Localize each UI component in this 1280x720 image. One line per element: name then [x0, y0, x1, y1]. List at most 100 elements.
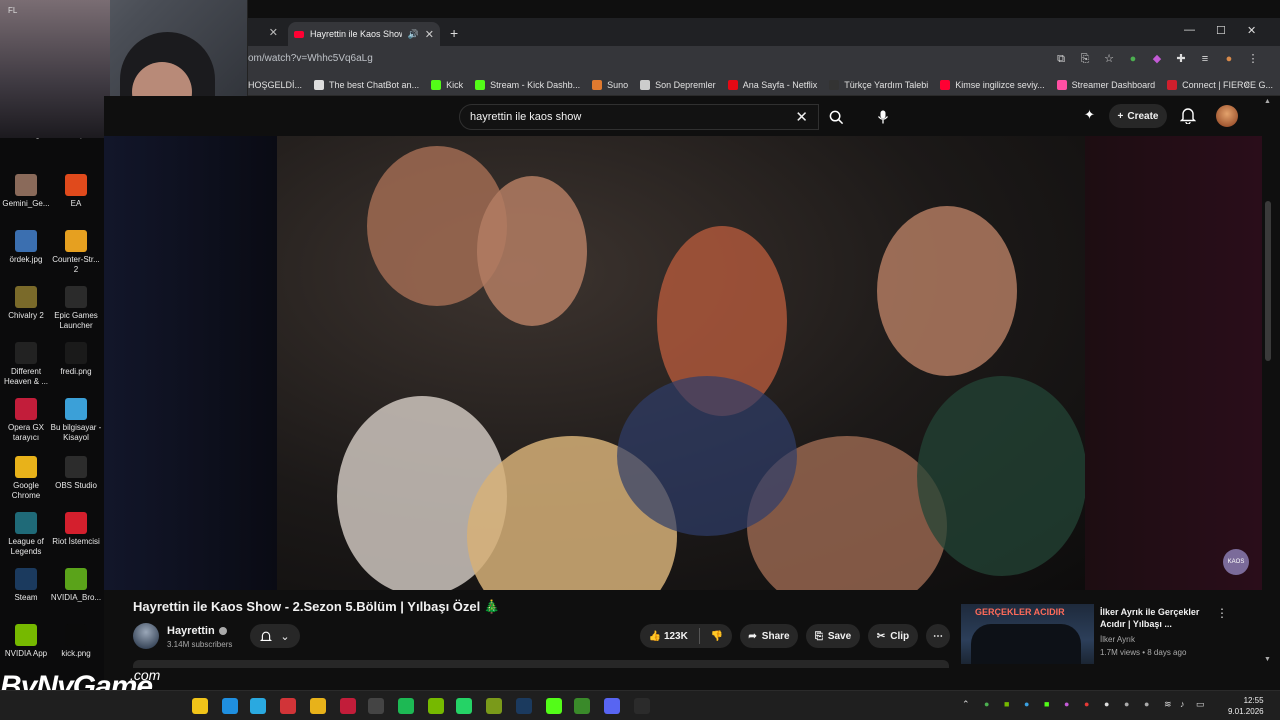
taskbar-app-icon[interactable]	[574, 698, 590, 714]
description-box[interactable]	[133, 660, 949, 668]
minimize-button[interactable]: —	[1184, 24, 1195, 36]
channel-watermark[interactable]: KAOS	[1223, 549, 1249, 575]
tray-app-icon[interactable]: ■	[1044, 699, 1049, 709]
recommendation-menu-icon[interactable]: ⋮	[1216, 606, 1228, 620]
clip-button[interactable]: ✂ Clip	[868, 624, 918, 648]
maximize-button[interactable]: ☐	[1216, 24, 1226, 37]
url-field[interactable]: om/watch?v=Whhc5Vq6aLg	[248, 53, 373, 64]
channel-avatar[interactable]	[133, 623, 159, 649]
bookmark-star-icon[interactable]: ☆	[1102, 52, 1116, 66]
desktop-icon[interactable]: Riot İstemcisi	[50, 512, 102, 547]
taskbar-app-icon[interactable]	[222, 698, 238, 714]
extension-icon[interactable]: ◆	[1150, 52, 1164, 66]
speaker-icon[interactable]: ♪	[1180, 699, 1185, 709]
window-close-button[interactable]: ✕	[1247, 24, 1256, 37]
desktop-icon[interactable]: Epic Games Launcher	[50, 286, 102, 331]
close-icon[interactable]: ✕	[269, 26, 278, 39]
desktop-icon[interactable]: ördek.jpg	[0, 230, 52, 265]
like-button[interactable]: 👍 123K	[649, 631, 688, 642]
ai-sparkle-icon[interactable]: ✦	[1084, 107, 1095, 123]
desktop-icon[interactable]: Different Heaven & ...	[0, 342, 52, 387]
desktop-icon[interactable]: kick.png	[50, 624, 102, 659]
bookmark-item[interactable]: HOŞGELDİ...	[248, 80, 302, 90]
search-button[interactable]	[819, 104, 853, 130]
taskbar-app-icon[interactable]	[456, 698, 472, 714]
dislike-button[interactable]: 👎	[711, 631, 723, 642]
taskbar-app-icon[interactable]	[250, 698, 266, 714]
speaker-icon[interactable]: 🔊	[408, 29, 419, 40]
menu-icon[interactable]: ⋮	[1246, 52, 1260, 66]
scroll-down-icon[interactable]: ▼	[1264, 656, 1271, 663]
desktop-icon[interactable]: Steam	[0, 568, 52, 603]
desktop-icon[interactable]: Counter-Str... 2	[50, 230, 102, 275]
taskbar-app-icon[interactable]	[428, 698, 444, 714]
taskbar-app-icon[interactable]	[192, 698, 208, 714]
desktop-icon[interactable]: fredi.png	[50, 342, 102, 377]
battery-icon[interactable]: ▭	[1196, 699, 1205, 710]
desktop-icon[interactable]: NVIDIA App	[0, 624, 52, 659]
subscribed-button[interactable]: ⌄	[250, 624, 300, 648]
wifi-icon[interactable]: ≋	[1164, 699, 1172, 710]
taskbar-app-icon[interactable]	[486, 698, 502, 714]
tab-previous[interactable]: ✕	[248, 22, 284, 46]
search-input[interactable]: hayrettin ile kaos show ✕	[459, 104, 819, 130]
more-actions-button[interactable]: ⋯	[926, 624, 950, 648]
desktop-icon[interactable]: League of Legends	[0, 512, 52, 557]
video-frame[interactable]	[277, 136, 1085, 590]
tray-app-icon[interactable]: ●	[1064, 699, 1069, 709]
create-button[interactable]: + Create	[1109, 104, 1167, 128]
tray-steam-icon[interactable]: ●	[1104, 699, 1109, 709]
bookmark-item[interactable]: Türkçe Yardım Talebi	[829, 79, 928, 90]
taskbar-app-icon[interactable]	[340, 698, 356, 714]
bookmark-item[interactable]: The best ChatBot an...	[314, 79, 419, 90]
taskbar-app-icon[interactable]	[398, 698, 414, 714]
share-button[interactable]: ➦ Share	[740, 624, 798, 648]
tray-app-icon[interactable]: ●	[984, 699, 989, 709]
user-avatar[interactable]	[1216, 105, 1238, 127]
desktop-icon[interactable]: Google Chrome	[0, 456, 52, 501]
desktop-icon[interactable]: Gemini_Ge...	[0, 174, 52, 209]
desktop-icon[interactable]: Bu bilgisayar - Kisayol	[50, 398, 102, 443]
desktop-icon[interactable]: NVIDIA_Bro...	[50, 568, 102, 603]
system-clock[interactable]: 12:55 9.01.2026	[1228, 695, 1264, 717]
desktop-icon[interactable]: EA	[50, 174, 102, 209]
taskbar-app-icon[interactable]	[280, 698, 296, 714]
notifications-bell-icon[interactable]	[1180, 106, 1196, 124]
extensions-puzzle-icon[interactable]: ✚	[1174, 52, 1188, 66]
scroll-thumb[interactable]	[1265, 201, 1271, 361]
channel-name-row[interactable]: Hayrettin	[167, 625, 227, 637]
tab-youtube[interactable]: Hayrettin ile Kaos Show - 2... 🔊 ✕	[288, 22, 440, 46]
desktop-icon[interactable]: Chivalry 2	[0, 286, 52, 321]
bookmark-item[interactable]: Streamer Dashboard	[1056, 79, 1155, 90]
taskbar-app-icon[interactable]	[634, 698, 650, 714]
taskbar-app-icon[interactable]	[368, 698, 384, 714]
taskbar-app-icon[interactable]	[546, 698, 562, 714]
close-icon[interactable]: ✕	[425, 28, 434, 41]
desktop-icon[interactable]: OBS Studio	[50, 456, 102, 491]
taskbar-app-icon[interactable]	[310, 698, 326, 714]
scroll-up-icon[interactable]: ▲	[1264, 98, 1271, 105]
recommendation-thumbnail[interactable]: GERÇEKLER ACIDIR	[961, 604, 1094, 664]
extension-badge-icon[interactable]: ●	[1126, 52, 1140, 66]
video-player[interactable]: KAOS	[104, 136, 1262, 590]
page-scrollbar[interactable]: ▲ ▼	[1262, 96, 1274, 670]
translate-icon[interactable]: ⎘	[1078, 52, 1092, 66]
voice-search-button[interactable]	[870, 104, 896, 130]
tray-app-icon[interactable]: ●	[1124, 699, 1129, 709]
bookmark-item[interactable]: Ana Sayfa - Netflix	[727, 79, 817, 90]
bookmark-item[interactable]: Kimse ingilizce seviy...	[940, 79, 1045, 90]
tray-app-icon[interactable]: ●	[1084, 699, 1089, 709]
tray-app-icon[interactable]: ●	[1024, 699, 1029, 709]
new-tab-button[interactable]: +	[450, 25, 458, 41]
desktop-icon[interactable]: Opera GX tarayıcı	[0, 398, 52, 443]
channel-name[interactable]: Hayrettin	[167, 625, 215, 637]
taskbar-app-icon[interactable]	[604, 698, 620, 714]
tray-app-icon[interactable]: ●	[1144, 699, 1149, 709]
save-button[interactable]: ⎘ Save	[806, 624, 860, 648]
chevron-right-icon[interactable]: »	[1244, 79, 1250, 90]
bookmark-item[interactable]: Connect | FIERCE G...	[1167, 79, 1273, 90]
bookmark-item[interactable]: Suno	[592, 79, 628, 90]
clear-icon[interactable]: ✕	[795, 108, 808, 126]
taskbar-app-icon[interactable]	[516, 698, 532, 714]
recommendation-title[interactable]: İlker Ayrık ile Gerçekler Acıdır | Yılba…	[1100, 606, 1210, 630]
